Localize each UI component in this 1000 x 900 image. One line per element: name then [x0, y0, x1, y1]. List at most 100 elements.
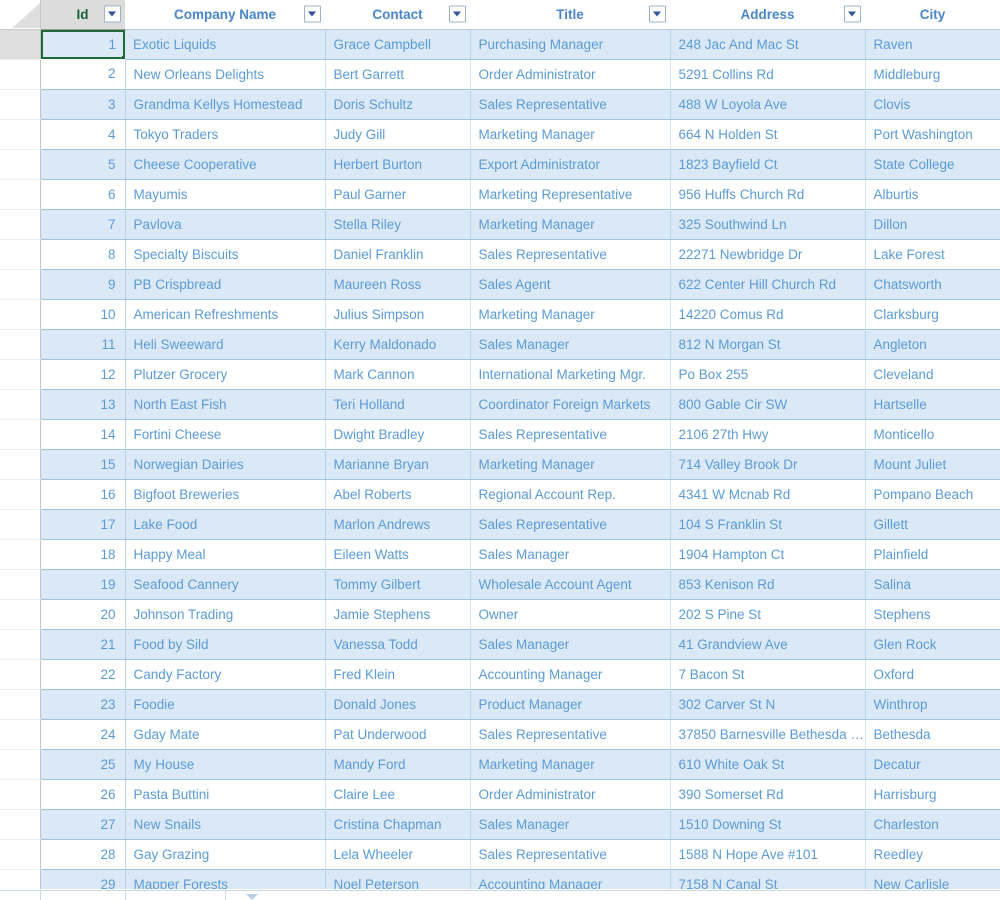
cell-company[interactable]: Bigfoot Breweries [125, 479, 326, 509]
row-selector[interactable] [0, 269, 41, 300]
cell-address[interactable]: 5291 Collins Rd [670, 59, 866, 89]
cell-address[interactable]: 622 Center Hill Church Rd [670, 268, 866, 300]
row-selector[interactable] [0, 209, 41, 240]
column-header-id[interactable]: Id [40, 0, 126, 30]
table-row[interactable]: 19 Seafood Cannery Tommy Gilbert Wholesale … [0, 568, 1000, 600]
cell-city[interactable]: Raven [865, 29, 1000, 60]
cell-city[interactable]: Bethesda [865, 719, 1000, 749]
cell-id[interactable]: 20 [40, 599, 126, 629]
row-selector[interactable] [0, 419, 41, 450]
cell-address[interactable]: 302 Carver St N [670, 688, 866, 720]
cell-id[interactable]: 23 [40, 688, 126, 720]
cell-title[interactable]: Order Administrator [470, 779, 671, 809]
row-selector[interactable] [0, 479, 41, 510]
row-selector[interactable] [0, 449, 41, 480]
cell-title[interactable]: Purchasing Manager [470, 29, 671, 60]
cell-address[interactable]: 4341 W Mcnab Rd [670, 479, 866, 509]
cell-address[interactable]: 14220 Comus Rd [670, 299, 866, 329]
cell-address[interactable]: Po Box 255 [670, 359, 866, 389]
cell-title[interactable]: Sales Representative [470, 719, 671, 749]
cell-company[interactable]: Plutzer Grocery [125, 359, 326, 389]
cell-city[interactable]: Harrisburg [865, 779, 1000, 809]
cell-title[interactable]: Sales Agent [470, 268, 671, 300]
table-row[interactable]: 11 Heli Sweeward Kerry Maldonado Sales Mana… [0, 328, 1000, 360]
cell-title[interactable]: Sales Representative [470, 88, 671, 120]
cell-id[interactable]: 1 [40, 29, 125, 59]
cell-address[interactable]: 248 Jac And Mac St [670, 29, 866, 60]
cell-title[interactable]: Marketing Manager [470, 119, 671, 149]
cell-city[interactable]: Clovis [865, 88, 1000, 120]
cell-address[interactable]: 202 S Pine St [670, 599, 866, 629]
cell-contact[interactable]: Lela Wheeler [325, 839, 471, 869]
row-selector[interactable] [0, 119, 41, 150]
row-selector[interactable] [0, 329, 41, 360]
cell-address[interactable]: 853 Kenison Rd [670, 568, 866, 600]
table-row[interactable]: 3 Grandma Kellys Homestead Doris Schultz Sa… [0, 88, 1000, 120]
cell-title[interactable]: Marketing Representative [470, 179, 671, 209]
table-row[interactable]: 15 Norwegian Dairies Marianne Bryan Marketi… [0, 448, 1000, 480]
row-selector[interactable] [0, 149, 41, 180]
cell-company[interactable]: Fortini Cheese [125, 419, 326, 449]
table-row[interactable]: 13 North East Fish Teri Holland Coordinator… [0, 388, 1000, 420]
cell-address[interactable]: 390 Somerset Rd [670, 779, 866, 809]
cell-company[interactable]: Exotic Liquids [125, 29, 326, 60]
cell-company[interactable]: Grandma Kellys Homestead [125, 88, 326, 120]
cell-title[interactable]: Export Administrator [470, 148, 671, 180]
cell-id[interactable]: 26 [40, 779, 126, 809]
cell-contact[interactable]: Fred Klein [325, 659, 471, 689]
cell-id[interactable]: 14 [40, 419, 126, 449]
cell-city[interactable]: Lake Forest [865, 239, 1000, 269]
cell-id[interactable]: 4 [40, 119, 126, 149]
cell-id[interactable]: 15 [40, 448, 126, 480]
cell-title[interactable]: Marketing Manager [470, 208, 671, 240]
cell-contact[interactable]: Cristina Chapman [325, 808, 471, 840]
cell-contact[interactable]: Jamie Stephens [325, 599, 471, 629]
cell-address[interactable]: 1510 Downing St [670, 808, 866, 840]
cell-company[interactable]: Cheese Cooperative [125, 148, 326, 180]
cell-contact[interactable]: Maureen Ross [325, 268, 471, 300]
cell-title[interactable]: Marketing Manager [470, 748, 671, 780]
column-header-company[interactable]: Company Name [125, 0, 326, 30]
cell-city[interactable]: Stephens [865, 599, 1000, 629]
table-row[interactable]: 20 Johnson Trading Jamie Stephens Owner 202 … [0, 599, 1000, 630]
cell-title[interactable]: Sales Manager [470, 628, 671, 660]
row-selector[interactable] [0, 299, 41, 330]
cell-company[interactable]: Foodie [125, 688, 326, 720]
table-row[interactable]: 10 American Refreshments Julius Simpson Mar… [0, 299, 1000, 330]
cell-title[interactable]: Accounting Manager [470, 659, 671, 689]
cell-company[interactable]: New Orleans Delights [125, 59, 326, 89]
table-row[interactable]: 2 New Orleans Delights Bert Garrett Order A… [0, 59, 1000, 90]
cell-contact[interactable]: Teri Holland [325, 388, 471, 420]
row-selector[interactable] [0, 809, 41, 840]
table-row[interactable]: 12 Plutzer Grocery Mark Cannon Internationa… [0, 359, 1000, 390]
cell-title[interactable]: Sales Manager [470, 328, 671, 360]
data-grid[interactable]: Id Company Name Contact Title Address Ci… [0, 0, 1000, 900]
cell-city[interactable]: Monticello [865, 419, 1000, 449]
cell-address[interactable]: 325 Southwind Ln [670, 208, 866, 240]
cell-contact[interactable]: Donald Jones [325, 688, 471, 720]
cell-title[interactable]: International Marketing Mgr. [470, 359, 671, 389]
cell-city[interactable]: Port Washington [865, 119, 1000, 149]
cell-contact[interactable]: Marianne Bryan [325, 448, 471, 480]
cell-contact[interactable]: Claire Lee [325, 779, 471, 809]
cell-company[interactable]: Johnson Trading [125, 599, 326, 629]
cell-contact[interactable]: Pat Underwood [325, 719, 471, 749]
table-row[interactable]: 1 Exotic Liquids Grace Campbell Purchasing … [0, 29, 1000, 60]
cell-city[interactable]: Middleburg [865, 59, 1000, 89]
cell-contact[interactable]: Vanessa Todd [325, 628, 471, 660]
cell-id[interactable]: 22 [40, 659, 126, 689]
cell-company[interactable]: Mayumis [125, 179, 326, 209]
cell-contact[interactable]: Kerry Maldonado [325, 328, 471, 360]
cell-contact[interactable]: Mark Cannon [325, 359, 471, 389]
cell-address[interactable]: 37850 Barnesville Bethesda Rd [670, 719, 866, 749]
cell-id[interactable]: 13 [40, 388, 126, 420]
row-selector[interactable] [0, 539, 41, 570]
cell-address[interactable]: 956 Huffs Church Rd [670, 179, 866, 209]
table-row[interactable]: 7 Pavlova Stella Riley Marketing Manager 325… [0, 208, 1000, 240]
table-row[interactable]: 23 Foodie Donald Jones Product Manager 302 C… [0, 688, 1000, 720]
row-selector[interactable] [0, 719, 41, 750]
cell-city[interactable]: Gillett [865, 508, 1000, 540]
cell-company[interactable]: Lake Food [125, 508, 326, 540]
cell-id[interactable]: 3 [40, 88, 126, 120]
cell-city[interactable]: Alburtis [865, 179, 1000, 209]
